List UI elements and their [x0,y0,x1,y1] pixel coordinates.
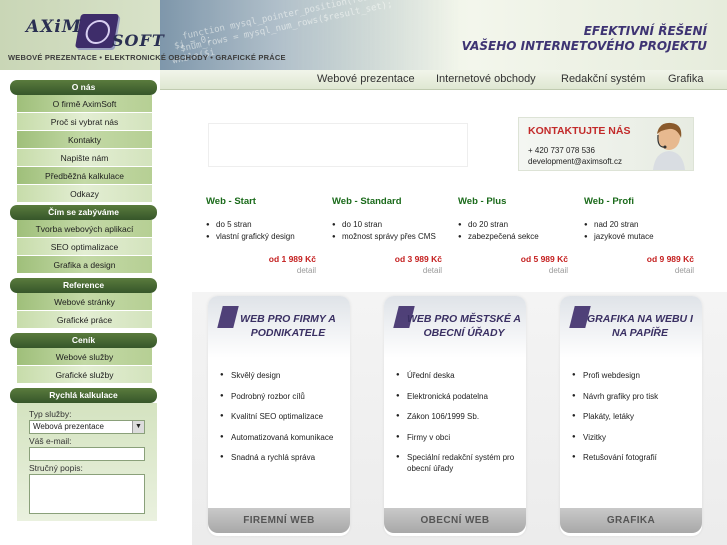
package-feature: do 20 stran [458,220,576,230]
sidebar: O nás O firmě AximSoft Proč si vybrat ná… [10,80,157,521]
grafika-button[interactable]: GRAFIKA [560,508,702,533]
package-price: od 1 989 Kč [268,254,316,264]
package-price: od 3 989 Kč [394,254,442,264]
top-navigation: Webové prezentace Internetové obchody Re… [160,70,727,90]
feature-item: Skvělý design [220,370,345,381]
quick-calc-form: Typ služby: Webová prezentace ▼ Váš e-ma… [17,403,157,521]
nav-webove-prezentace[interactable]: Webové prezentace [317,73,415,85]
feature-item: Firmy v obci [396,432,521,443]
sidebar-item-kontakty[interactable]: Kontakty [17,131,152,149]
sidebar-item-napiste-nam[interactable]: Napište nám [17,149,152,167]
sidebar-item-odkazy[interactable]: Odkazy [17,185,152,203]
package-title[interactable]: Web - Plus [458,196,576,207]
feature-header: GRAFIKA NA WEBU I NA PAPÍŘE [560,296,702,358]
package-title[interactable]: Web - Start [206,196,324,207]
package-feature: do 10 stran [332,220,450,230]
slogan: EFEKTIVNÍ ŘEŠENÍ VAŠEHO INTERNETOVÉHO PR… [462,24,707,54]
banner-placeholder [208,123,468,167]
sidebar-heading: Ceník [10,333,157,348]
package-detail-link[interactable]: detail [549,266,568,275]
feature-panels: WEB PRO FIRMY A PODNIKATELE Skvělý desig… [192,292,727,545]
package-title[interactable]: Web - Standard [332,196,450,207]
package-feature: zabezpečená sekce [458,232,576,242]
package-plus: Web - Plus do 20 stran zabezpečená sekce… [458,196,576,275]
feature-item: Kvalitní SEO optimalizace [220,411,345,422]
feature-panel-firmy: WEB PRO FIRMY A PODNIKATELE Skvělý desig… [208,296,350,536]
contact-title: KONTAKTUJTE NÁS [528,125,631,137]
site-header: function mysql_pointer_position(result_s… [0,0,727,70]
package-detail-link[interactable]: detail [423,266,442,275]
feature-item: Retušování fotografií [572,452,697,463]
package-detail-link[interactable]: detail [675,266,694,275]
sidebar-item-grafika-design[interactable]: Grafika a design [17,256,152,274]
feature-panel-grafika: GRAFIKA NA WEBU I NA PAPÍŘE Profi webdes… [560,296,702,536]
contact-banner[interactable]: KONTAKTUJTE NÁS + 420 737 078 536 develo… [518,117,694,171]
email-field[interactable] [29,447,145,461]
feature-item: Automatizovaná komunikace [220,432,345,443]
feature-title: WEB PRO FIRMY A PODNIKATELE [240,313,336,339]
sidebar-item-tvorba-aplikaci[interactable]: Tvorba webových aplikací [17,220,152,238]
feature-title: WEB PRO MĚSTSKÉ A OBECNÍ ÚŘADY [407,313,521,339]
description-label: Stručný popis: [29,463,83,473]
sidebar-item-proc-nas[interactable]: Proč si vybrat nás [17,113,152,131]
feature-item: Speciální redakční systém pro obecní úřa… [396,452,521,474]
package-detail-link[interactable]: detail [297,266,316,275]
chevron-down-icon[interactable]: ▼ [132,421,144,433]
nav-internetove-obchody[interactable]: Internetové obchody [436,73,536,85]
feature-item: Vizitky [572,432,697,443]
nav-redakcni-system[interactable]: Redakční systém [561,73,645,85]
feature-item: Snadná a rychlá správa [220,452,345,463]
email-label: Váš e-mail: [29,436,72,446]
package-profi: Web - Profi nad 20 stran jazykové mutace… [584,196,702,275]
nav-grafika[interactable]: Grafika [668,73,703,85]
package-price: od 5 989 Kč [520,254,568,264]
sidebar-item-graficke-sluzby[interactable]: Grafické služby [17,366,152,384]
feature-item: Podrobný rozbor cílů [220,391,345,402]
feature-item: Návrh grafiky pro tisk [572,391,697,402]
firemni-web-button[interactable]: FIREMNÍ WEB [208,508,350,533]
package-title[interactable]: Web - Profi [584,196,702,207]
slogan-line: EFEKTIVNÍ ŘEŠENÍ [583,24,707,38]
package-feature: do 5 stran [206,220,324,230]
slogan-line: VAŠEHO INTERNETOVÉHO PROJEKTU [461,39,707,53]
package-feature: vlastní grafický design [206,232,324,242]
service-type-label: Typ služby: [29,409,72,419]
support-agent-icon [653,122,685,170]
feature-panel-obce: WEB PRO MĚSTSKÉ A OBECNÍ ÚŘADY Úřední de… [384,296,526,536]
sidebar-heading: O nás [10,80,157,95]
description-textarea[interactable] [29,474,145,514]
obecni-web-button[interactable]: OBECNÍ WEB [384,508,526,533]
sidebar-item-webove-stranky[interactable]: Webové stránky [17,293,152,311]
package-feature: možnost správy přes CMS [332,232,450,242]
sidebar-heading: Rychlá kalkulace [10,388,157,403]
contact-phone: + 420 737 078 536 [528,146,595,155]
sidebar-item-webove-sluzby[interactable]: Webové služby [17,348,152,366]
logo-text-left: AXiM [26,17,82,37]
contact-email: development@aximsoft.cz [528,157,622,166]
feature-item: Elektronická podatelna [396,391,521,402]
package-standard: Web - Standard do 10 stran možnost správ… [332,196,450,275]
feature-item: Plakáty, letáky [572,411,697,422]
feature-title: GRAFIKA NA WEBU I NA PAPÍŘE [587,313,693,339]
logo-text-right: SOFT [112,31,165,50]
sidebar-item-kalkulace[interactable]: Předběžná kalkulace [17,167,152,185]
package-start: Web - Start do 5 stran vlastní grafický … [206,196,324,275]
package-price: od 9 989 Kč [646,254,694,264]
feature-item: Zákon 106/1999 Sb. [396,411,521,422]
sidebar-item-o-firme[interactable]: O firmě AximSoft [17,95,152,113]
feature-header: WEB PRO FIRMY A PODNIKATELE [208,296,350,358]
feature-header: WEB PRO MĚSTSKÉ A OBECNÍ ÚŘADY [384,296,526,358]
sidebar-item-graficke-prace[interactable]: Grafické práce [17,311,152,329]
sidebar-heading: Čím se zabýváme [10,205,157,220]
service-type-value: Webová prezentace [33,422,105,431]
tagline: WEBOVÉ PREZENTACE • ELEKTRONICKÉ OBCHODY… [8,53,286,62]
logo[interactable]: AXiM SOFT [16,8,164,50]
package-feature: jazykové mutace [584,232,702,242]
feature-item: Úřední deska [396,370,521,381]
sidebar-heading: Reference [10,278,157,293]
feature-item: Profi webdesign [572,370,697,381]
package-feature: nad 20 stran [584,220,702,230]
sidebar-item-seo[interactable]: SEO optimalizace [17,238,152,256]
service-type-select[interactable]: Webová prezentace ▼ [29,420,145,434]
